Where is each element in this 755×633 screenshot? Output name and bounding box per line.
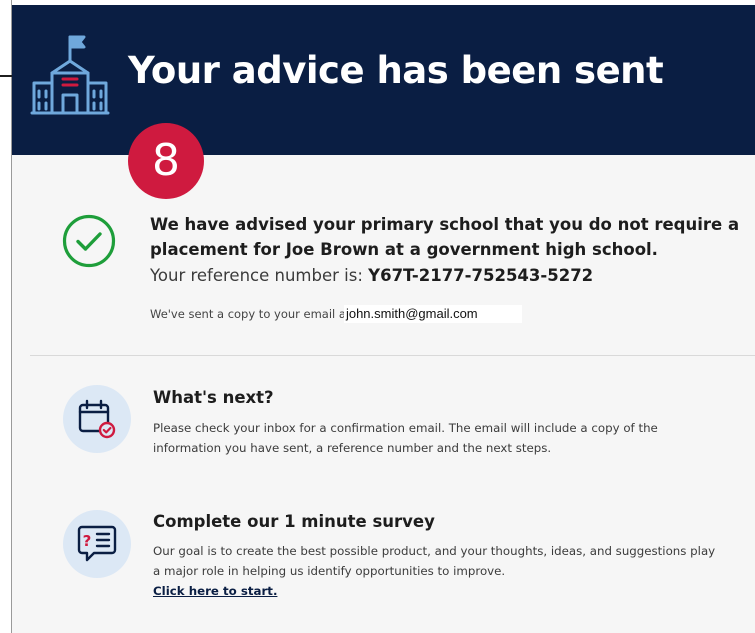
calendar-check-icon (78, 399, 116, 439)
confirmation-header: Your advice has been sent (12, 5, 755, 155)
email-copy-label: We've sent a copy to your email a (150, 307, 346, 321)
reference-label: Your reference number is: (150, 266, 369, 285)
school-building-icon (30, 35, 110, 115)
window-top-line (0, 75, 12, 77)
calendar-icon-badge (63, 385, 131, 453)
survey-icon-badge: ? (63, 510, 131, 578)
reference-number: Y67T-2177-752543-5272 (368, 266, 594, 285)
svg-text:?: ? (83, 532, 92, 550)
reference-line: Your reference number is: Y67T-2177-7525… (150, 266, 593, 285)
survey-title: Complete our 1 minute survey (153, 512, 435, 531)
whats-next-text: Please check your inbox for a confirmati… (153, 421, 658, 455)
page-title: Your advice has been sent (128, 49, 664, 92)
survey-text: Our goal is to create the best possible … (153, 544, 716, 578)
email-copy-line: We've sent a copy to your email ajohn.sm… (150, 305, 522, 323)
email-address: john.smith@gmail.com (343, 305, 522, 323)
survey-start-link[interactable]: Click here to start. (153, 581, 277, 601)
step-badge: 8 (128, 123, 204, 199)
confirmation-message: We have advised your primary school that… (150, 215, 740, 259)
survey-speech-bubble-icon: ? (77, 525, 117, 562)
whats-next-title: What's next? (153, 388, 274, 407)
success-check-icon (62, 214, 116, 268)
section-divider (30, 355, 755, 356)
